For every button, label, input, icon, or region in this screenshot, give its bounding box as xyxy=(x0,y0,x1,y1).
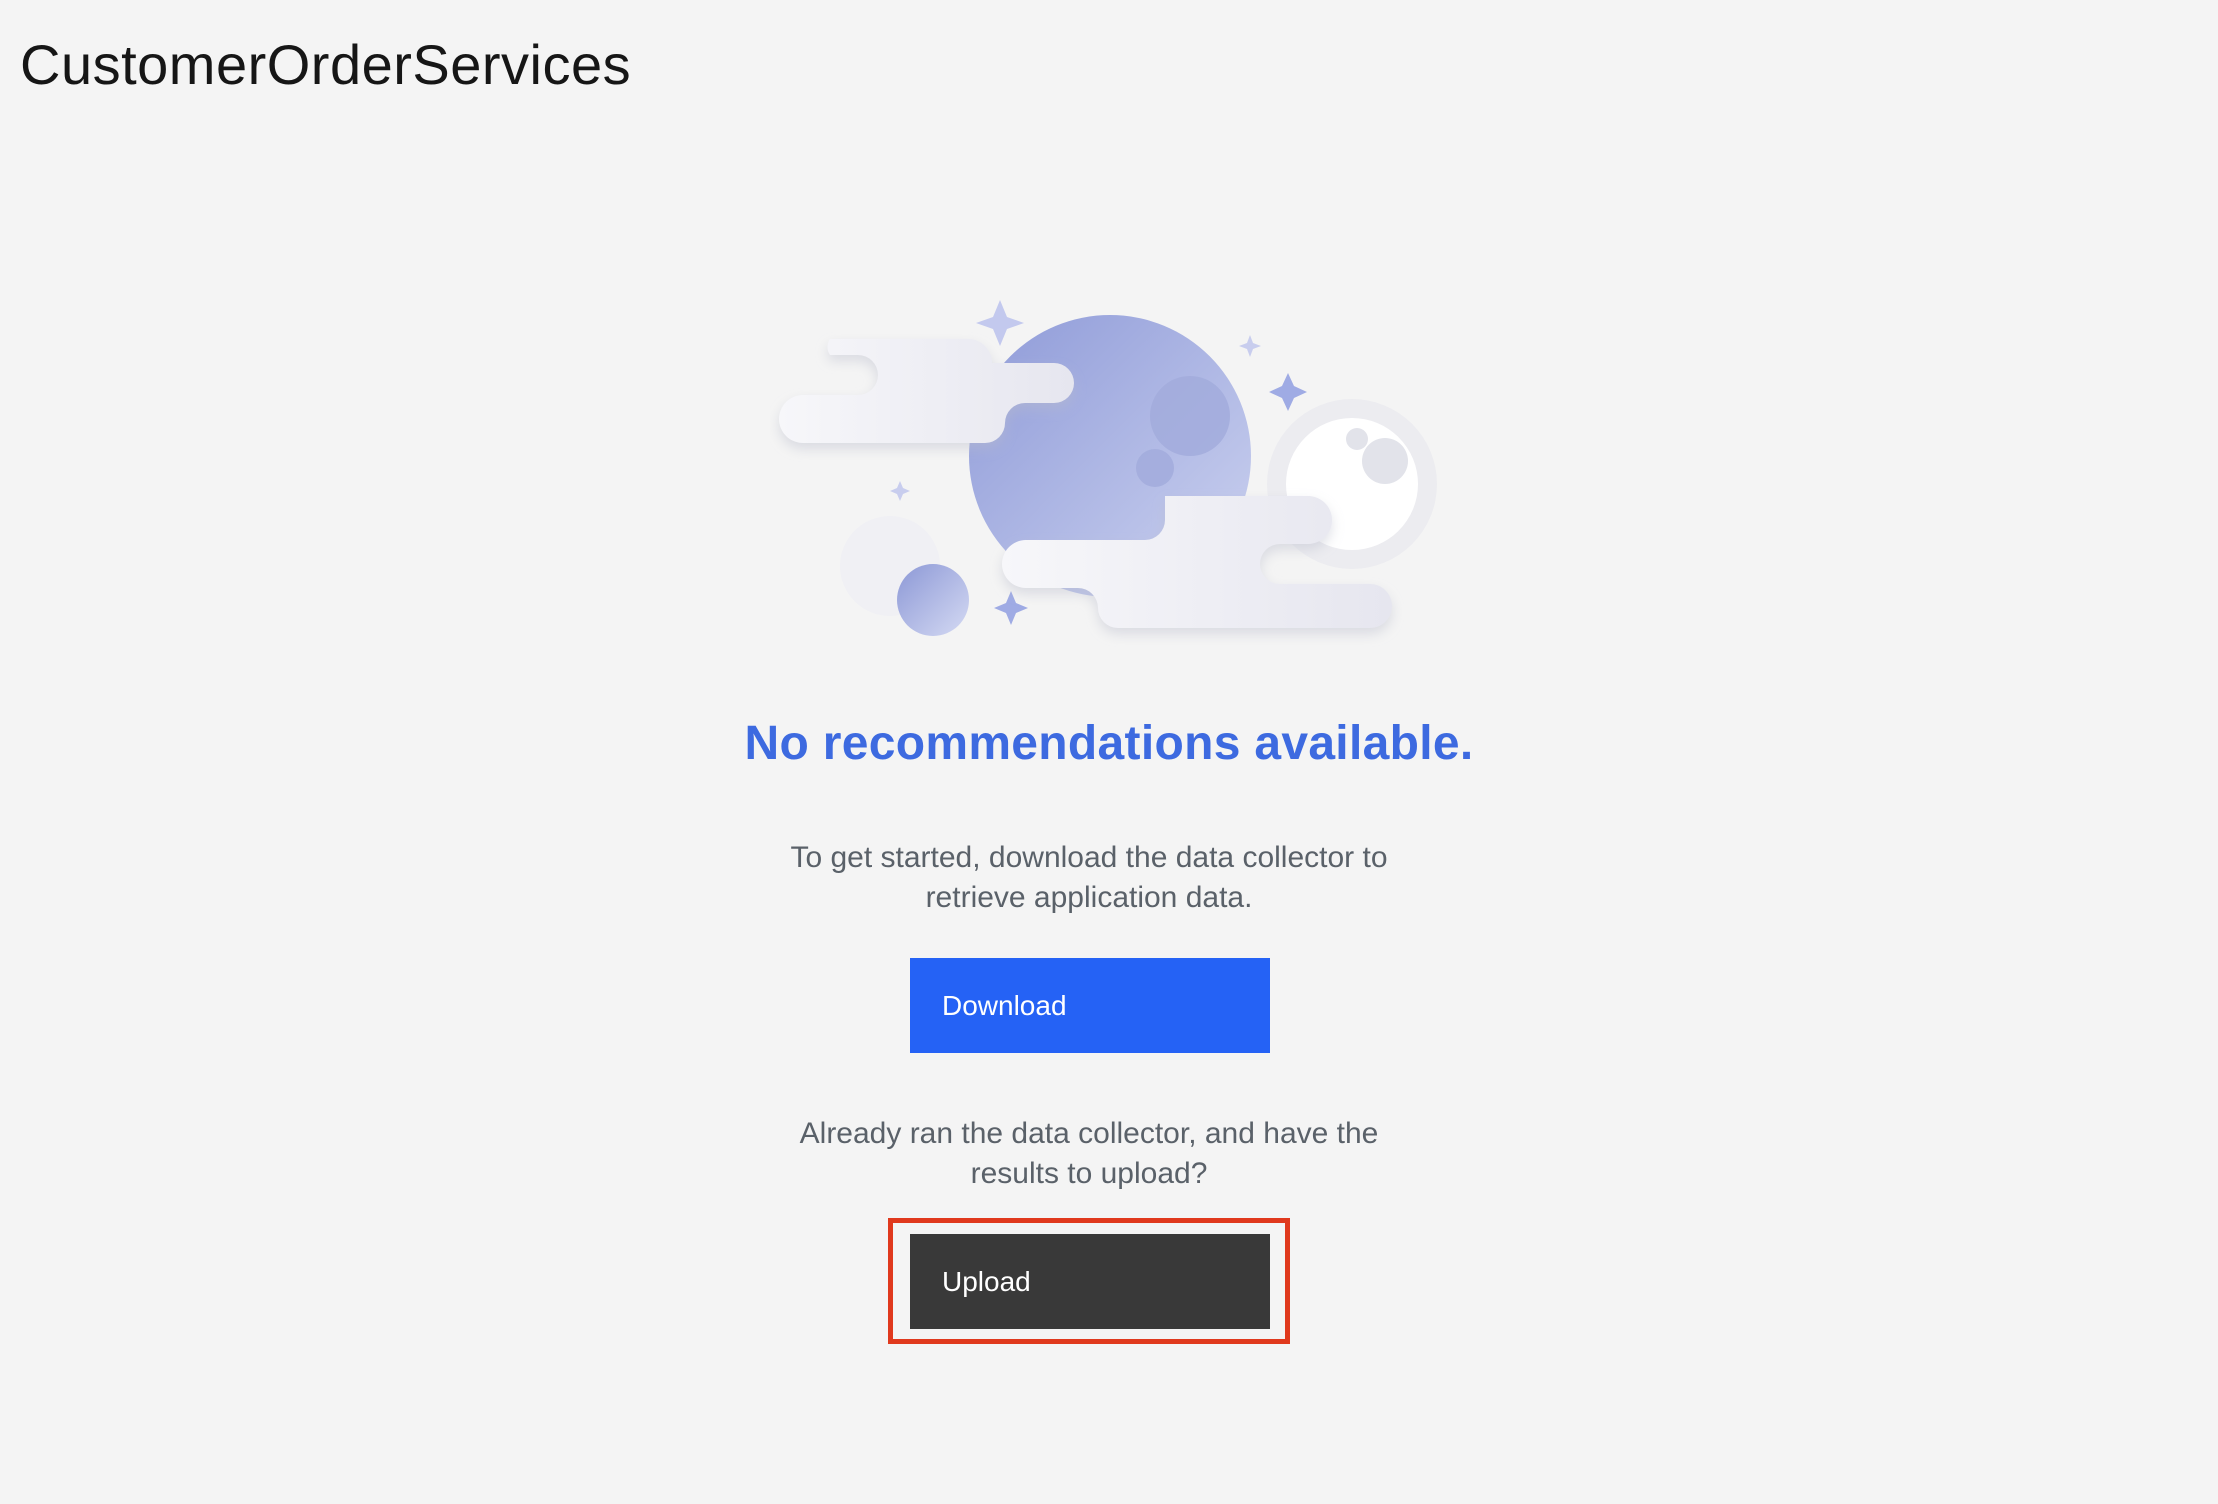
empty-state-heading: No recommendations available. xyxy=(744,717,1474,770)
download-button-label: Download xyxy=(942,989,1067,1021)
moon-clouds-illustration xyxy=(779,300,1437,636)
upload-description: Already ran the data collector, and have… xyxy=(799,1117,1379,1190)
upload-button[interactable]: Upload xyxy=(910,1234,1270,1329)
download-button[interactable]: Download xyxy=(910,958,1270,1053)
upload-button-label: Upload xyxy=(942,1265,1031,1297)
page-title: CustomerOrderServices xyxy=(20,33,632,96)
download-description: To get started, download the data collec… xyxy=(790,841,1388,914)
page: CustomerOrderServices No recommendations… xyxy=(0,0,2218,1504)
